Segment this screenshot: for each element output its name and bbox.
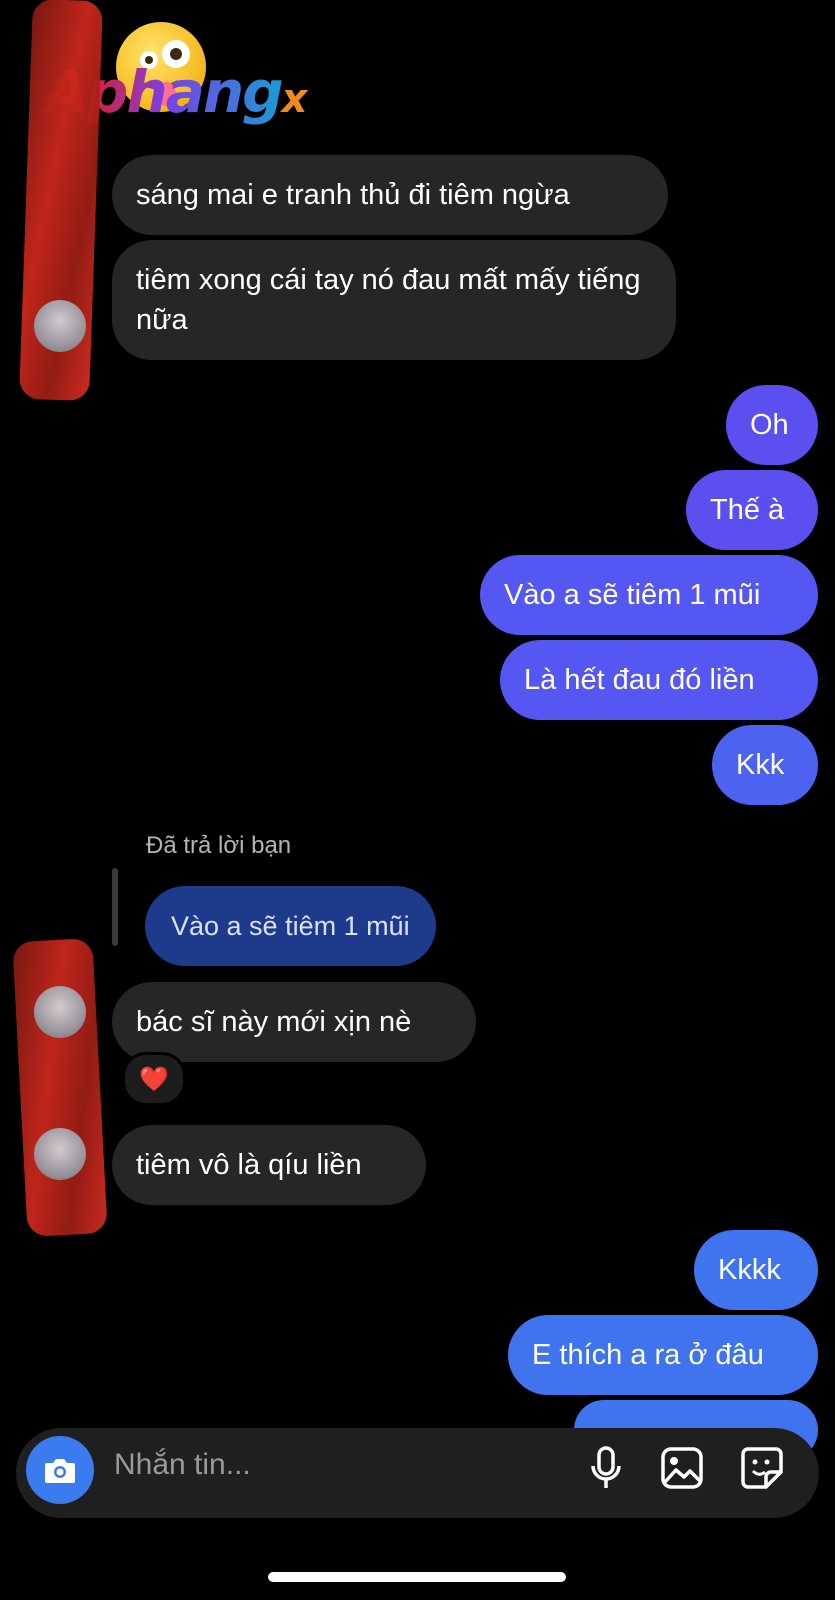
reaction-emoji: ❤️ bbox=[139, 1065, 169, 1093]
outgoing-message[interactable]: Oh bbox=[726, 385, 818, 465]
avatar[interactable] bbox=[34, 300, 86, 352]
outgoing-message[interactable]: E thích a ra ở đâu bbox=[508, 1315, 818, 1395]
outgoing-message[interactable]: Kkk bbox=[712, 725, 818, 805]
incoming-message[interactable]: sáng mai e tranh thủ đi tiêm ngừa bbox=[112, 155, 668, 235]
message-text: E thích a ra ở đâu bbox=[532, 1339, 764, 1371]
message-text: tiêm vô là qíu liền bbox=[136, 1149, 362, 1181]
message-text: Oh bbox=[750, 409, 789, 441]
outgoing-message[interactable]: Kkkk bbox=[694, 1230, 818, 1310]
message-text: sáng mai e tranh thủ đi tiêm ngừa bbox=[136, 179, 570, 211]
message-text: tiêm xong cái tay nó đau mất mấy tiếng n… bbox=[136, 264, 641, 336]
message-text: Kkkk bbox=[718, 1254, 781, 1286]
avatar[interactable] bbox=[34, 986, 86, 1038]
message-text: Thế à bbox=[710, 494, 785, 526]
reply-bar bbox=[112, 868, 118, 946]
avatar[interactable] bbox=[34, 1128, 86, 1180]
message-text: Vào a sẽ tiêm 1 mũi bbox=[504, 579, 761, 611]
chat-thread: Aphangx sáng mai e tranh thủ đi tiêm ngừ… bbox=[0, 0, 835, 1600]
outgoing-message[interactable]: Là hết đau đó liền bbox=[500, 640, 818, 720]
message-text: Là hết đau đó liền bbox=[524, 664, 755, 696]
home-indicator[interactable] bbox=[268, 1572, 566, 1582]
outgoing-message[interactable]: Thế à bbox=[686, 470, 818, 550]
outgoing-message[interactable]: Vào a sẽ tiêm 1 mũi bbox=[480, 555, 818, 635]
gallery-icon bbox=[661, 1447, 703, 1489]
message-input[interactable]: Nhắn tin... bbox=[114, 1448, 251, 1482]
heart-reaction-icon[interactable]: ❤️ bbox=[122, 1052, 186, 1106]
camera-icon bbox=[45, 1459, 75, 1483]
sticker-icon bbox=[741, 1447, 783, 1489]
camera-button[interactable] bbox=[26, 1436, 94, 1504]
gallery-button[interactable] bbox=[658, 1444, 706, 1492]
incoming-message[interactable]: tiêm xong cái tay nó đau mất mấy tiếng n… bbox=[112, 240, 676, 360]
sticker-button[interactable] bbox=[738, 1444, 786, 1492]
incoming-message[interactable]: bác sĩ này mới xịn nè bbox=[112, 982, 476, 1062]
incoming-message[interactable]: tiêm vô là qíu liền bbox=[112, 1125, 426, 1205]
watermark-text-part: x bbox=[281, 76, 308, 122]
message-text: bác sĩ này mới xịn nè bbox=[136, 1006, 412, 1038]
watermark-text-part: phang bbox=[86, 58, 284, 126]
quoted-message[interactable]: Vào a sẽ tiêm 1 mũi bbox=[145, 886, 436, 966]
message-text: Kkk bbox=[736, 749, 785, 781]
microphone-button[interactable] bbox=[582, 1444, 630, 1492]
reply-label: Đã trả lời bạn bbox=[146, 832, 292, 859]
microphone-icon bbox=[591, 1446, 621, 1488]
redaction-scribble bbox=[12, 938, 108, 1237]
